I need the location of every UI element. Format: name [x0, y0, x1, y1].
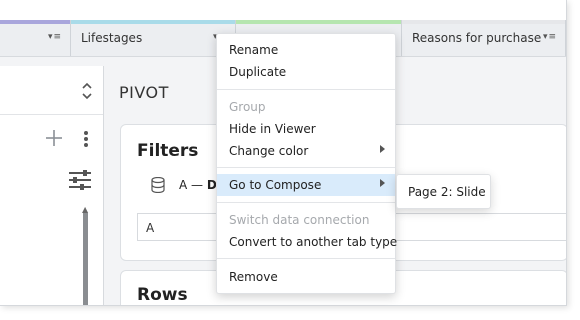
- submenu-arrow-icon: [380, 145, 385, 153]
- tab-color-strip: [236, 20, 401, 24]
- datasource-label: A — D: [179, 178, 217, 192]
- filters-heading: Filters: [137, 141, 199, 161]
- database-icon: [151, 176, 165, 194]
- page-title: PIVOT: [119, 83, 169, 102]
- context-menu: Rename Duplicate Group Hide in Viewer Ch…: [216, 33, 398, 294]
- kebab-icon[interactable]: [83, 130, 89, 148]
- datasource-separator: —: [191, 178, 204, 192]
- menu-item-label: Rename: [229, 43, 279, 57]
- compose-submenu: Page 2: Slide: [396, 174, 491, 209]
- menu-item-label: Hide in Viewer: [229, 122, 316, 136]
- menu-item-go-to-compose[interactable]: Go to Compose: [217, 174, 395, 196]
- menu-item-hide-in-viewer[interactable]: Hide in Viewer: [217, 118, 395, 140]
- menu-divider: [217, 258, 395, 259]
- sliders-icon[interactable]: [69, 170, 91, 190]
- menu-item-convert-tab-type[interactable]: Convert to another tab type: [217, 231, 398, 253]
- menu-item-label: Switch data connection: [229, 213, 370, 227]
- menu-item-remove[interactable]: Remove: [217, 266, 395, 288]
- submenu-arrow-icon: [380, 179, 385, 187]
- menu-divider: [217, 167, 395, 168]
- tab-1[interactable]: ▾≡: [0, 20, 71, 56]
- dropdown-menu-icon[interactable]: ▾≡: [543, 32, 557, 42]
- menu-item-label: Duplicate: [229, 65, 287, 79]
- tab-color-strip: [71, 20, 235, 24]
- updown-chevron-icon[interactable]: [80, 80, 94, 102]
- left-scrollbar[interactable]: ▲: [82, 205, 88, 305]
- menu-item-label: Convert to another tab type: [229, 235, 398, 249]
- tab-color-strip: [402, 20, 565, 24]
- scrollbar-thumb[interactable]: [83, 213, 88, 305]
- left-panel-header: [0, 66, 103, 115]
- tab-color-strip: [0, 20, 70, 24]
- tab-lifestages[interactable]: Lifestages ▾≡: [71, 20, 236, 56]
- menu-item-label: Go to Compose: [229, 178, 322, 192]
- menu-divider: [217, 202, 395, 203]
- menu-item-label: Change color: [229, 144, 309, 158]
- filter-input-value: A: [146, 221, 155, 235]
- tab-label: Lifestages: [81, 31, 143, 45]
- top-band: [0, 0, 566, 20]
- tab-label: Reasons for purchase: [412, 31, 542, 45]
- menu-item-label: Group: [229, 100, 266, 114]
- menu-item-change-color[interactable]: Change color: [217, 140, 395, 162]
- menu-item-label: Remove: [229, 270, 278, 284]
- plus-icon[interactable]: [45, 128, 63, 153]
- menu-item-switch-data-connection: Switch data connection: [217, 209, 395, 231]
- rows-heading: Rows: [137, 285, 188, 305]
- dropdown-menu-icon[interactable]: ▾≡: [48, 32, 62, 42]
- tab-reasons-for-purchase[interactable]: Reasons for purchase ▾≡: [402, 20, 566, 56]
- menu-item-rename[interactable]: Rename: [217, 39, 395, 61]
- submenu-item-page-2-slide[interactable]: Page 2: Slide: [408, 185, 486, 199]
- menu-divider: [217, 89, 395, 90]
- datasource-prefix: A: [179, 178, 188, 192]
- menu-item-group: Group: [217, 96, 395, 118]
- menu-item-duplicate[interactable]: Duplicate: [217, 61, 395, 83]
